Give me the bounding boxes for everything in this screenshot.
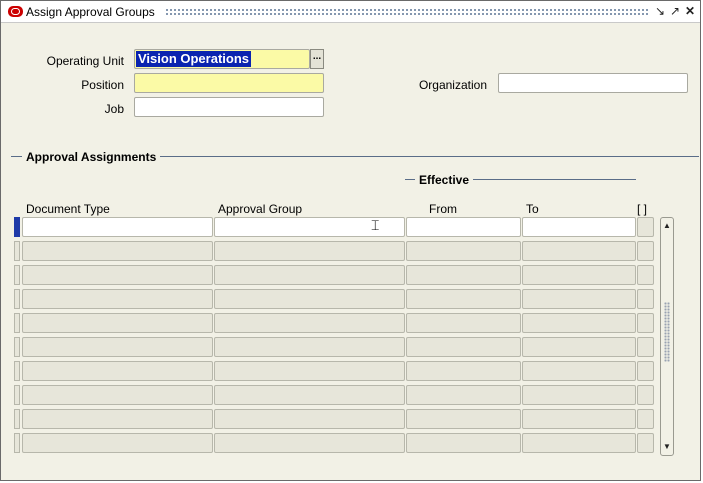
- approval-group-cell[interactable]: [214, 265, 405, 285]
- flex-cell[interactable]: [637, 361, 654, 381]
- approval-group-cell[interactable]: [214, 385, 405, 405]
- flex-cell[interactable]: [637, 385, 654, 405]
- to-cell[interactable]: [522, 337, 636, 357]
- from-cell[interactable]: [406, 241, 521, 261]
- flex-cell[interactable]: [637, 241, 654, 261]
- approval-group-cell[interactable]: [214, 409, 405, 429]
- row-indicator[interactable]: [14, 385, 20, 405]
- col-from: From: [429, 202, 457, 216]
- from-cell[interactable]: [406, 385, 521, 405]
- flex-cell[interactable]: [637, 337, 654, 357]
- operating-unit-lov-button[interactable]: ...: [310, 49, 324, 69]
- row-indicator[interactable]: [14, 265, 20, 285]
- to-cell[interactable]: [522, 241, 636, 261]
- document-type-cell[interactable]: [22, 337, 213, 357]
- to-cell[interactable]: [522, 409, 636, 429]
- position-field[interactable]: [134, 73, 324, 93]
- job-label: Job: [104, 102, 124, 116]
- col-approval-group: Approval Group: [218, 202, 303, 216]
- document-type-cell[interactable]: [22, 433, 213, 453]
- from-cell[interactable]: [406, 409, 521, 429]
- flex-cell[interactable]: [637, 409, 654, 429]
- close-icon[interactable]: ✕: [683, 4, 697, 18]
- to-cell[interactable]: [522, 265, 636, 285]
- operating-unit-label: Operating Unit: [46, 54, 124, 68]
- row-indicator[interactable]: [14, 433, 20, 453]
- row-indicator[interactable]: [14, 241, 20, 261]
- from-cell[interactable]: [406, 217, 521, 237]
- approval-group-cell[interactable]: [214, 313, 405, 333]
- operating-unit-field[interactable]: Vision Operations: [134, 49, 310, 69]
- row-indicator[interactable]: [14, 409, 20, 429]
- approval-group-cell[interactable]: [214, 433, 405, 453]
- row-indicator[interactable]: [14, 217, 20, 237]
- operating-unit-value: Vision Operations: [136, 51, 252, 67]
- col-document-type: Document Type: [26, 202, 110, 216]
- minimize-icon[interactable]: ↘: [653, 4, 667, 18]
- position-label: Position: [81, 78, 124, 92]
- flex-cell[interactable]: [637, 433, 654, 453]
- to-cell[interactable]: [522, 433, 636, 453]
- from-cell[interactable]: [406, 361, 521, 381]
- to-cell[interactable]: [522, 385, 636, 405]
- from-cell[interactable]: [406, 289, 521, 309]
- organization-field[interactable]: [498, 73, 688, 93]
- flex-cell[interactable]: [637, 289, 654, 309]
- row-indicator[interactable]: [14, 337, 20, 357]
- from-cell[interactable]: [406, 433, 521, 453]
- from-cell[interactable]: [406, 337, 521, 357]
- flex-cell[interactable]: [637, 217, 654, 237]
- row-indicator[interactable]: [14, 361, 20, 381]
- organization-value: [500, 75, 504, 91]
- approval-group-cell[interactable]: [214, 289, 405, 309]
- document-type-cell[interactable]: [22, 265, 213, 285]
- window-title: Assign Approval Groups: [26, 5, 155, 19]
- document-type-cell[interactable]: [22, 217, 213, 237]
- text-cursor-icon: ⌶: [371, 217, 380, 233]
- scroll-down-icon[interactable]: ▼: [662, 442, 672, 452]
- document-type-cell[interactable]: [22, 313, 213, 333]
- to-cell[interactable]: [522, 217, 636, 237]
- to-cell[interactable]: [522, 361, 636, 381]
- row-indicator[interactable]: [14, 289, 20, 309]
- position-value: [136, 75, 140, 91]
- document-type-cell[interactable]: [22, 385, 213, 405]
- document-type-cell[interactable]: [22, 241, 213, 261]
- approval-group-cell[interactable]: [214, 361, 405, 381]
- title-bar-grip: [165, 8, 649, 16]
- document-type-cell[interactable]: [22, 289, 213, 309]
- from-cell[interactable]: [406, 313, 521, 333]
- flex-cell[interactable]: [637, 265, 654, 285]
- col-flex[interactable]: [ ]: [637, 202, 647, 216]
- to-cell[interactable]: [522, 313, 636, 333]
- approval-group-cell[interactable]: [214, 241, 405, 261]
- scroll-up-icon[interactable]: ▲: [662, 221, 672, 231]
- title-bar[interactable]: Assign Approval Groups ↘ ↗ ✕: [1, 1, 700, 23]
- document-type-cell[interactable]: [22, 409, 213, 429]
- scroll-grip[interactable]: [664, 302, 670, 362]
- document-type-cell[interactable]: [22, 361, 213, 381]
- effective-title: Effective: [415, 173, 474, 187]
- table-scrollbar[interactable]: ▲ ▼: [660, 217, 674, 456]
- job-field[interactable]: [134, 97, 324, 117]
- assign-approval-groups-window: Assign Approval Groups ↘ ↗ ✕ Operating U…: [0, 0, 701, 481]
- to-cell[interactable]: [522, 289, 636, 309]
- organization-label: Organization: [418, 78, 487, 92]
- maximize-icon[interactable]: ↗: [668, 4, 682, 18]
- approval-group-cell[interactable]: [214, 337, 405, 357]
- row-indicator[interactable]: [14, 313, 20, 333]
- from-cell[interactable]: [406, 265, 521, 285]
- approval-assignments-title: Approval Assignments: [22, 150, 161, 164]
- col-to: To: [526, 202, 539, 216]
- flex-cell[interactable]: [637, 313, 654, 333]
- job-value: [136, 99, 140, 115]
- oracle-logo-icon: [8, 6, 23, 17]
